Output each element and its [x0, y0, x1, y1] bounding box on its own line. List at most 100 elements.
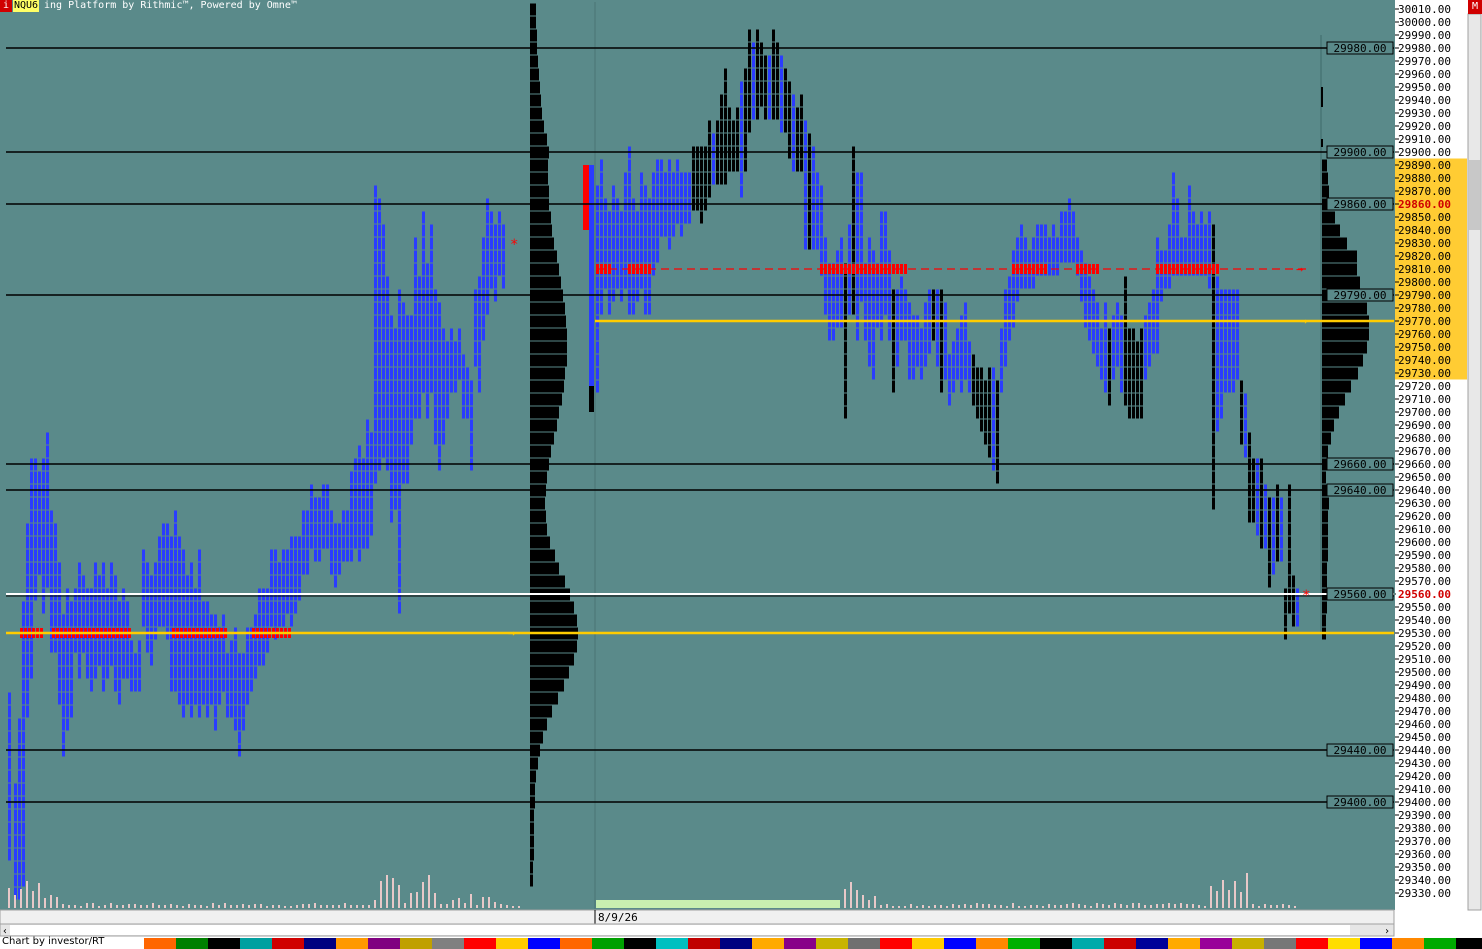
poc-cell	[1176, 264, 1179, 274]
tpo-cell	[1084, 276, 1087, 289]
color-swatch[interactable]	[1072, 938, 1104, 949]
tpo-cell	[254, 666, 257, 679]
tpo-cell	[848, 224, 851, 237]
color-swatch[interactable]	[784, 938, 816, 949]
color-swatch[interactable]	[1040, 938, 1072, 949]
volume-bar	[302, 904, 304, 908]
color-swatch[interactable]	[688, 938, 720, 949]
tpo-cell	[992, 380, 995, 393]
color-swatch[interactable]	[1360, 938, 1392, 949]
tpo-cell	[166, 536, 169, 549]
color-swatch[interactable]	[336, 938, 368, 949]
tpo-cell	[664, 211, 667, 224]
volume-profile-bar	[530, 68, 539, 81]
tpo-cell	[1104, 341, 1107, 354]
tpo-cell	[604, 250, 607, 263]
color-swatch[interactable]	[1200, 938, 1232, 949]
color-swatch[interactable]	[816, 938, 848, 949]
tpo-cell	[414, 393, 417, 406]
tpo-cell	[42, 562, 45, 575]
tpo-cell	[210, 666, 213, 679]
tpo-cell	[238, 731, 241, 744]
price-axis-scroll-thumb[interactable]	[1469, 160, 1480, 230]
tpo-cell	[214, 679, 217, 692]
color-swatch[interactable]	[656, 938, 688, 949]
tpo-cell	[26, 575, 29, 588]
color-swatch[interactable]	[528, 938, 560, 949]
color-swatch[interactable]	[272, 938, 304, 949]
color-swatch[interactable]	[752, 938, 784, 949]
color-swatch[interactable]	[112, 938, 144, 949]
tpo-cell	[30, 549, 33, 562]
color-swatch[interactable]	[592, 938, 624, 949]
tpo-cell	[1236, 354, 1239, 367]
color-swatch[interactable]	[880, 938, 912, 949]
volume-profile-bar	[530, 16, 536, 29]
color-swatch[interactable]	[240, 938, 272, 949]
color-swatch[interactable]	[464, 938, 496, 949]
tpo-cell	[118, 692, 121, 705]
color-swatch[interactable]	[1424, 938, 1456, 949]
color-swatch[interactable]	[1136, 938, 1168, 949]
tpo-cell	[374, 276, 377, 289]
market-profile-chart[interactable]: 29980.0029900.0029860.0029790.0029660.00…	[0, 0, 1482, 949]
tpo-cell	[744, 68, 747, 81]
tpo-cell	[422, 211, 425, 224]
color-swatch[interactable]	[1168, 938, 1200, 949]
tpo-column	[764, 55, 767, 120]
color-swatch[interactable]	[368, 938, 400, 949]
scroll-right-arrow[interactable]: ›	[1384, 926, 1390, 937]
tpo-cell	[390, 315, 393, 328]
tpo-cell	[94, 614, 97, 627]
color-swatch[interactable]	[1008, 938, 1040, 949]
tpo-cell	[254, 653, 257, 666]
symbol-label[interactable]: NQU6	[13, 0, 40, 12]
volume-profile-bar	[1322, 237, 1347, 250]
tpo-cell	[1104, 328, 1107, 341]
color-swatch[interactable]	[1328, 938, 1360, 949]
price-axis-scrollbar[interactable]	[1467, 13, 1482, 911]
color-swatch[interactable]	[848, 938, 880, 949]
color-swatch[interactable]	[208, 938, 240, 949]
color-swatch[interactable]	[496, 938, 528, 949]
menu-badge[interactable]: M	[1468, 0, 1482, 14]
color-swatch[interactable]	[912, 938, 944, 949]
tpo-cell	[1172, 224, 1175, 237]
color-swatch[interactable]	[720, 938, 752, 949]
tpo-cell	[158, 562, 161, 575]
color-swatch[interactable]	[432, 938, 464, 949]
color-swatch[interactable]	[176, 938, 208, 949]
color-swatch[interactable]	[1392, 938, 1424, 949]
tpo-cell	[374, 367, 377, 380]
tpo-cell	[1268, 497, 1271, 510]
color-swatch[interactable]	[624, 938, 656, 949]
tpo-cell	[1124, 328, 1127, 341]
info-badge[interactable]: i	[0, 0, 12, 12]
color-swatch[interactable]	[976, 938, 1008, 949]
volume-bar	[1180, 903, 1182, 908]
color-swatch[interactable]	[1264, 938, 1296, 949]
opening-range-bar	[589, 165, 594, 399]
color-swatch[interactable]	[144, 938, 176, 949]
tpo-column	[286, 549, 289, 614]
horizontal-scroll-thumb[interactable]	[10, 925, 1350, 935]
tpo-column	[772, 29, 775, 120]
volume-profile-bar	[530, 419, 557, 432]
tpo-cell	[632, 302, 635, 315]
tpo-cell	[398, 549, 401, 562]
tpo-cell	[310, 510, 313, 523]
color-swatch[interactable]	[1456, 938, 1482, 949]
color-swatch[interactable]	[1232, 938, 1264, 949]
color-swatch[interactable]	[1296, 938, 1328, 949]
tpo-cell	[366, 445, 369, 458]
color-swatch[interactable]	[944, 938, 976, 949]
tpo-cell	[740, 159, 743, 172]
tpo-cell	[1192, 237, 1195, 250]
volume-bar	[182, 906, 184, 908]
color-swatch[interactable]	[1104, 938, 1136, 949]
color-swatch[interactable]	[560, 938, 592, 949]
tpo-cell	[8, 848, 11, 861]
volume-profile-bar	[1322, 211, 1335, 224]
color-swatch[interactable]	[400, 938, 432, 949]
color-swatch[interactable]	[304, 938, 336, 949]
